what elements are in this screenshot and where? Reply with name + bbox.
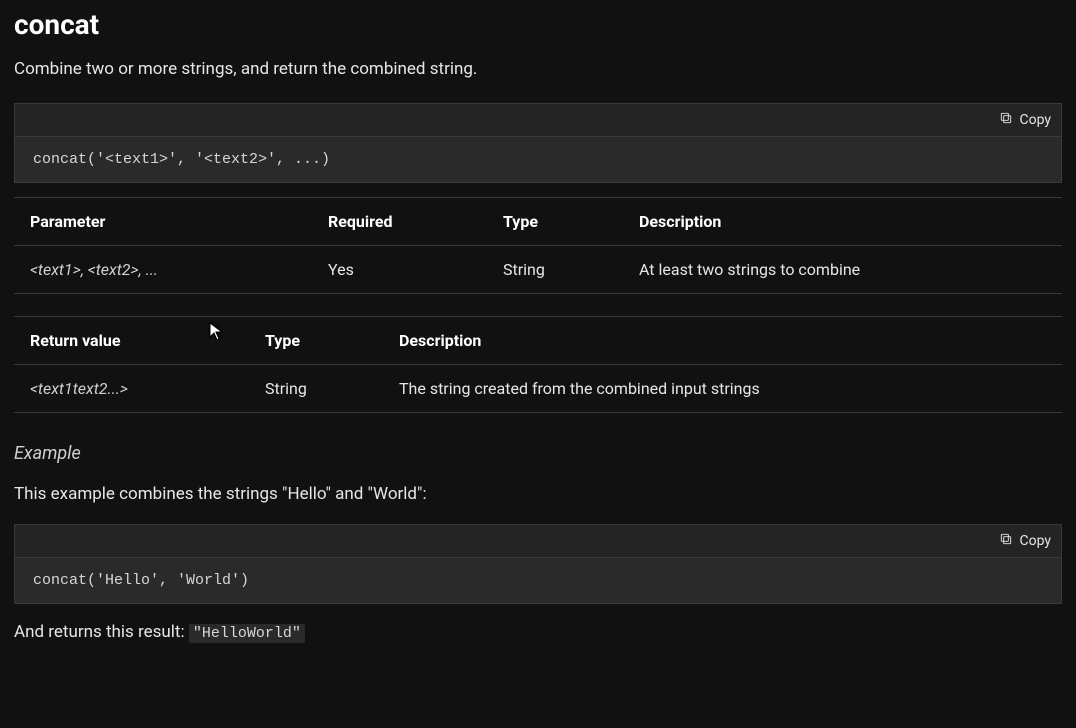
copy-button[interactable]: Copy xyxy=(999,532,1051,550)
copy-icon xyxy=(999,111,1013,129)
example-result: And returns this result: "HelloWorld" xyxy=(14,622,1062,642)
copy-label: Copy xyxy=(1019,533,1051,549)
table-header-row: Return value Type Description xyxy=(14,317,1062,365)
result-value: "HelloWorld" xyxy=(189,624,305,643)
cell-type: String xyxy=(487,246,623,294)
copy-label: Copy xyxy=(1019,112,1051,128)
col-return-value: Return value xyxy=(14,317,249,365)
code-header: Copy xyxy=(15,525,1061,558)
col-description: Description xyxy=(623,198,1062,246)
function-heading: concat xyxy=(14,8,1062,41)
syntax-code-block: Copy concat('<text1>', '<text2>', ...) xyxy=(14,103,1062,183)
example-code: concat('Hello', 'World') xyxy=(15,558,1061,603)
copy-icon xyxy=(999,532,1013,550)
cell-return-value: <text1text2...> xyxy=(14,365,249,413)
code-header: Copy xyxy=(15,104,1061,137)
syntax-code: concat('<text1>', '<text2>', ...) xyxy=(15,137,1061,182)
col-parameter: Parameter xyxy=(14,198,312,246)
cell-type: String xyxy=(249,365,383,413)
table-row: <text1>, <text2>, ... Yes String At leas… xyxy=(14,246,1062,294)
doc-page: concat Combine two or more strings, and … xyxy=(0,8,1076,662)
col-description: Description xyxy=(383,317,1062,365)
cell-parameter: <text1>, <text2>, ... xyxy=(14,246,312,294)
example-code-block: Copy concat('Hello', 'World') xyxy=(14,524,1062,604)
cell-description: At least two strings to combine xyxy=(623,246,1062,294)
copy-button[interactable]: Copy xyxy=(999,111,1051,129)
lead-paragraph: Combine two or more strings, and return … xyxy=(14,59,1062,79)
cell-description: The string created from the combined inp… xyxy=(383,365,1062,413)
col-required: Required xyxy=(312,198,487,246)
return-table: Return value Type Description <text1text… xyxy=(14,316,1062,413)
table-row: <text1text2...> String The string create… xyxy=(14,365,1062,413)
result-prefix: And returns this result: xyxy=(14,622,189,642)
cell-required: Yes xyxy=(312,246,487,294)
table-header-row: Parameter Required Type Description xyxy=(14,198,1062,246)
col-type: Type xyxy=(249,317,383,365)
col-type: Type xyxy=(487,198,623,246)
example-lead: This example combines the strings "Hello… xyxy=(14,484,1062,504)
example-heading: Example xyxy=(14,443,1062,464)
parameters-table: Parameter Required Type Description <tex… xyxy=(14,197,1062,294)
